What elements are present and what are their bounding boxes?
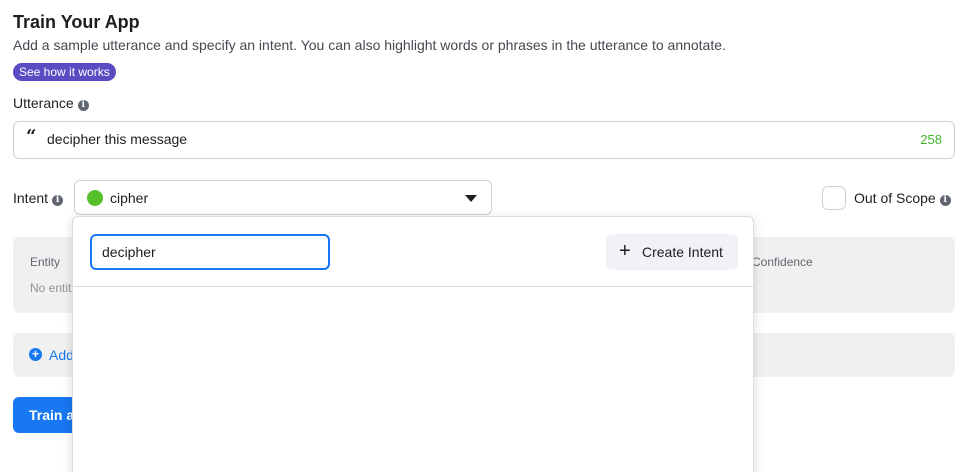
info-icon[interactable]: i	[77, 100, 89, 111]
out-of-scope-checkbox[interactable]	[822, 186, 846, 210]
out-of-scope-label-row: Out of Scope i	[854, 190, 951, 206]
intent-label-row: Intent i	[13, 190, 64, 206]
utterance-text[interactable]: decipher this message	[47, 131, 187, 147]
intent-search-input[interactable]	[90, 234, 330, 270]
quote-icon: “	[26, 126, 37, 147]
add-link[interactable]: Add	[49, 347, 74, 363]
see-how-it-works-badge[interactable]: See how it works	[13, 63, 116, 81]
create-intent-button[interactable]: + Create Intent	[606, 234, 738, 270]
utterance-field[interactable]: “ decipher this message 258	[13, 121, 955, 159]
utterance-char-count: 258	[920, 132, 942, 147]
intent-color-dot	[87, 190, 103, 206]
create-intent-label: Create Intent	[642, 244, 723, 260]
out-of-scope-label: Out of Scope	[854, 190, 936, 206]
train-app-page: Train Your App Add a sample utterance an…	[0, 0, 966, 472]
caret-down-icon	[465, 195, 477, 202]
intent-dropdown-menu: + Create Intent	[72, 216, 754, 472]
confidence-column-header: Confidence	[752, 255, 813, 269]
utterance-label-row: Utterance i	[13, 95, 89, 111]
plus-icon: +	[619, 240, 631, 262]
info-icon[interactable]: i	[52, 195, 64, 206]
intent-label: Intent	[13, 190, 49, 206]
page-title: Train Your App	[13, 12, 140, 32]
intent-selected-value: cipher	[110, 190, 149, 206]
intent-select[interactable]: cipher	[74, 180, 492, 215]
page-subtitle: Add a sample utterance and specify an in…	[13, 37, 726, 53]
utterance-label: Utterance	[13, 95, 74, 111]
info-icon[interactable]: i	[939, 195, 951, 206]
entity-empty-text: No entit	[30, 281, 72, 295]
dropdown-divider	[73, 286, 753, 287]
entity-column-header: Entity	[30, 255, 61, 269]
plus-circle-icon[interactable]: +	[29, 348, 42, 361]
